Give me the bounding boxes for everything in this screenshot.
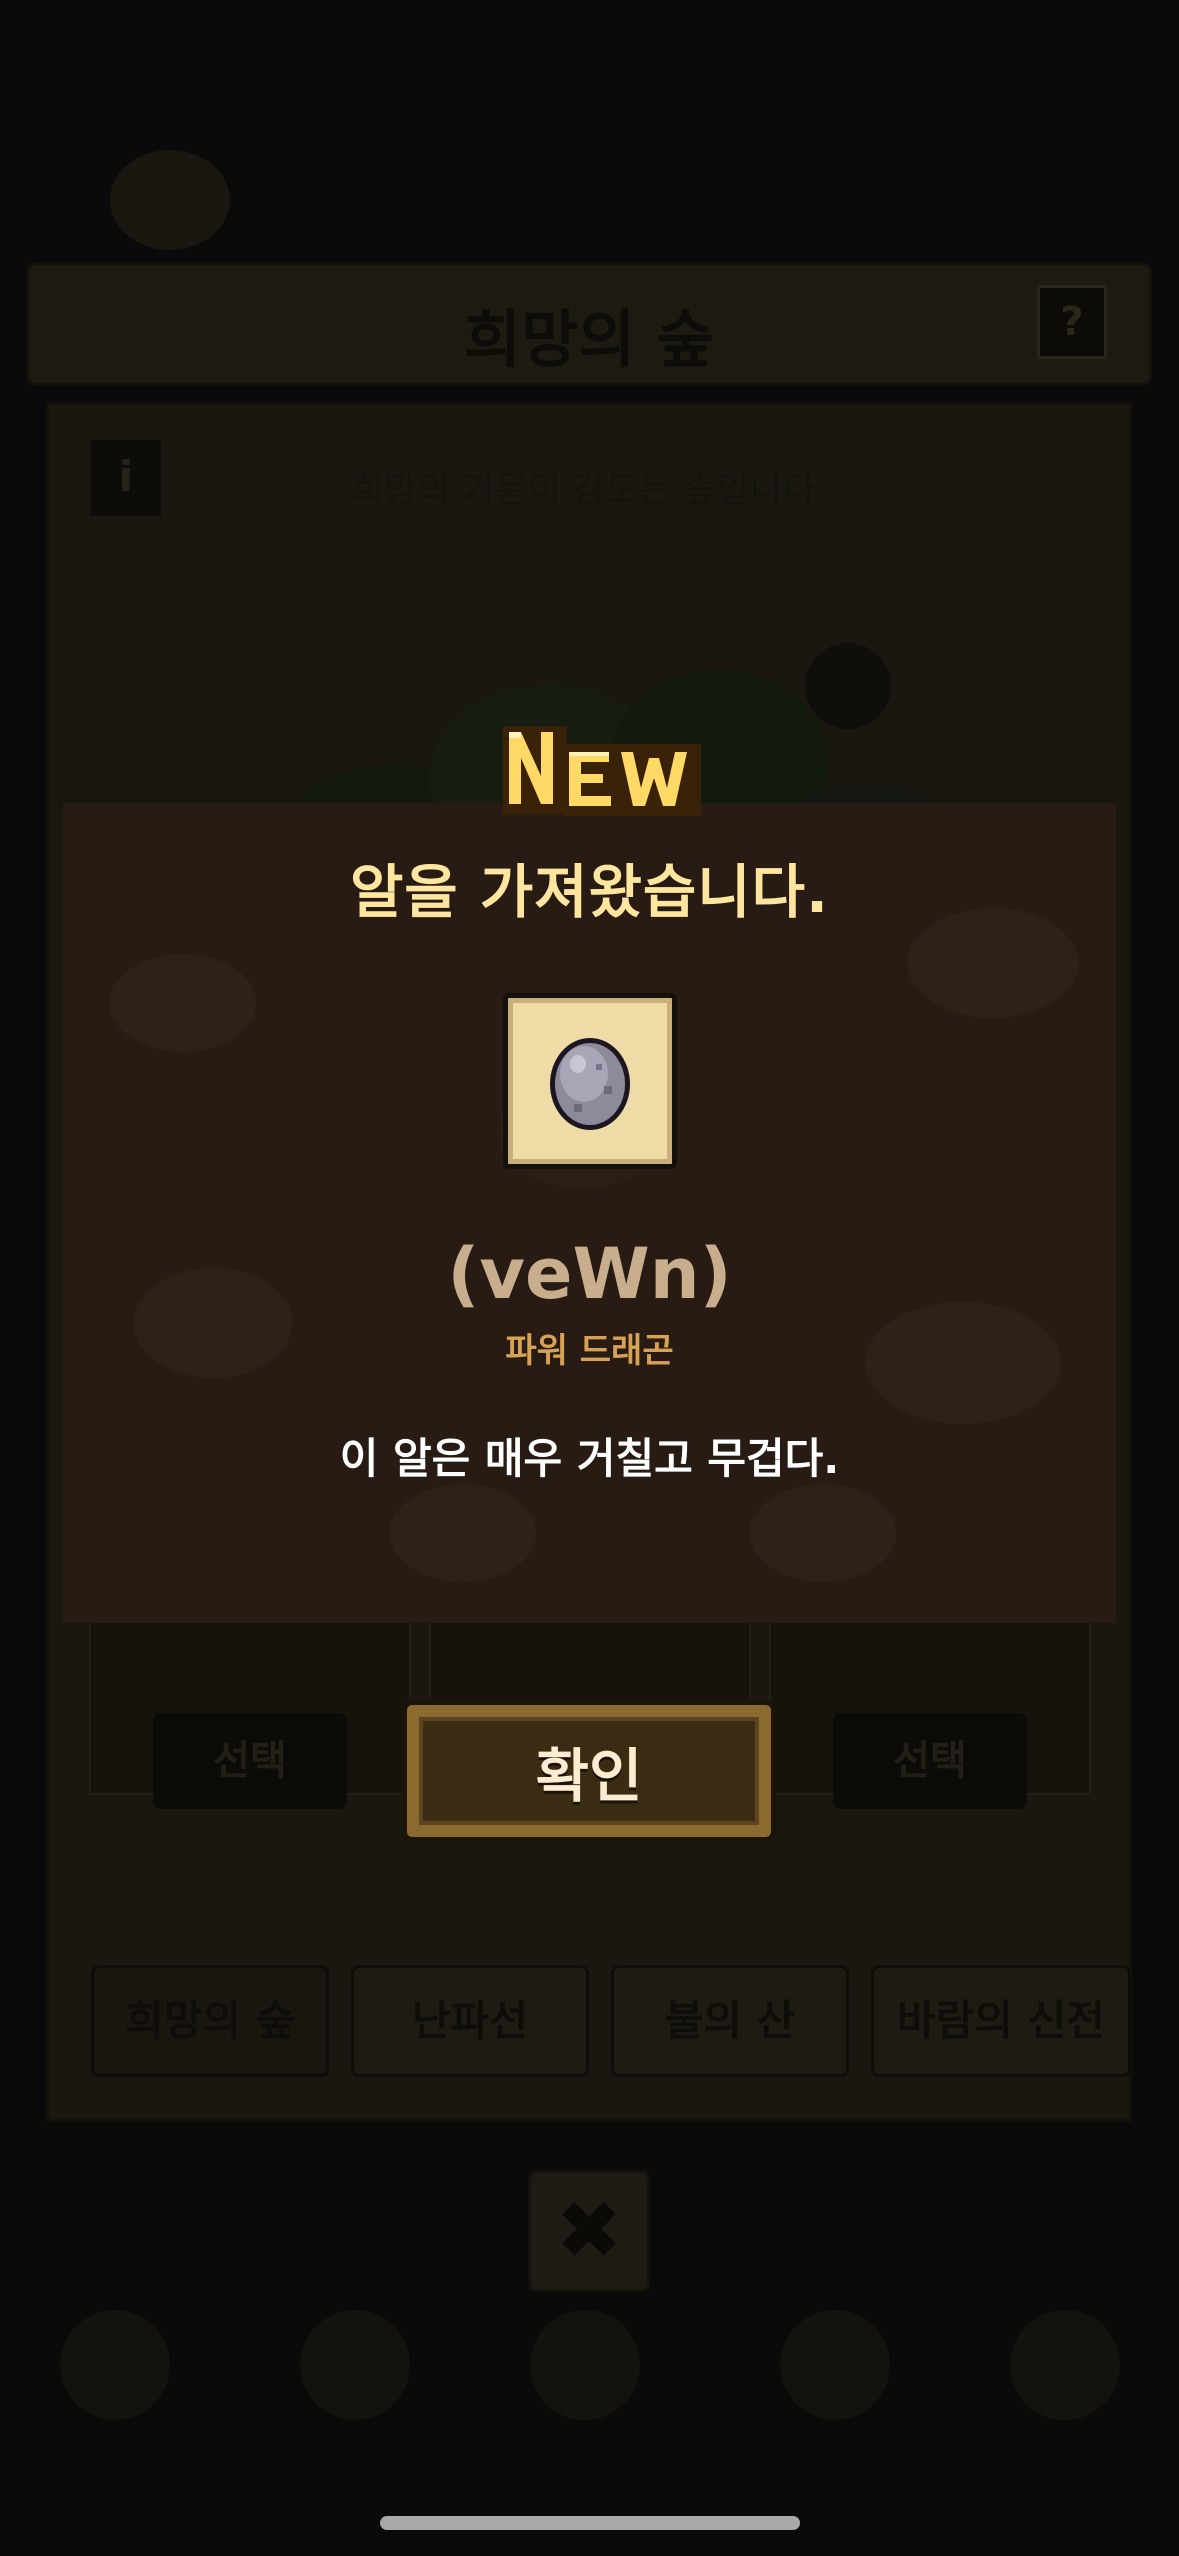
nav-item[interactable] [510, 2310, 660, 2460]
tab-wind-temple[interactable]: 바람의 신전 [871, 1965, 1131, 2077]
tab-forest-of-hope[interactable]: 희망의 숲 [91, 1965, 329, 2077]
region-header: 희망의 숲 ? [26, 262, 1152, 386]
select-button[interactable]: 선택 [153, 1713, 347, 1809]
region-title: 희망의 숲 [464, 303, 714, 376]
tab-fire-mountain[interactable]: 불의 산 [611, 1965, 849, 2077]
map-pin-icon[interactable] [805, 643, 891, 729]
confirm-label: 확인 [419, 1717, 759, 1825]
modal-title: 알을 가져왔습니다. [349, 858, 830, 926]
bottom-navigation [0, 2300, 1179, 2460]
confirm-button[interactable]: 확인 [402, 1700, 776, 1842]
egg-description: 이 알은 매우 거칠고 무겁다. [339, 1434, 840, 1483]
help-button[interactable]: ? [1037, 285, 1107, 359]
home-indicator[interactable] [380, 2516, 800, 2530]
nav-item[interactable] [40, 2310, 190, 2460]
nav-item[interactable] [990, 2310, 1140, 2460]
nav-item[interactable] [760, 2310, 910, 2460]
nav-item[interactable] [280, 2310, 430, 2460]
close-icon[interactable]: ✖ [528, 2170, 650, 2292]
tab-shipwreck[interactable]: 난파선 [351, 1965, 589, 2077]
dragon-code: (veWn) [447, 1233, 732, 1315]
dragon-name: 파워 드래곤 [505, 1331, 674, 1371]
select-button[interactable]: 선택 [833, 1713, 1027, 1809]
profile-icon [110, 150, 230, 250]
participants-text: 798명이 함께 탐험 중 입니다. [360, 1882, 818, 1923]
new-badge-icon [503, 726, 701, 816]
region-description: 희망의 기운이 감도는 숲입니다. [350, 470, 828, 511]
egg-obtained-modal: 알을 가져왔습니다. (veWn) 파워 드래곤 이 알은 매우 거칠고 무겁다… [63, 803, 1116, 1623]
egg-card [503, 993, 677, 1169]
egg-icon [550, 1038, 630, 1130]
